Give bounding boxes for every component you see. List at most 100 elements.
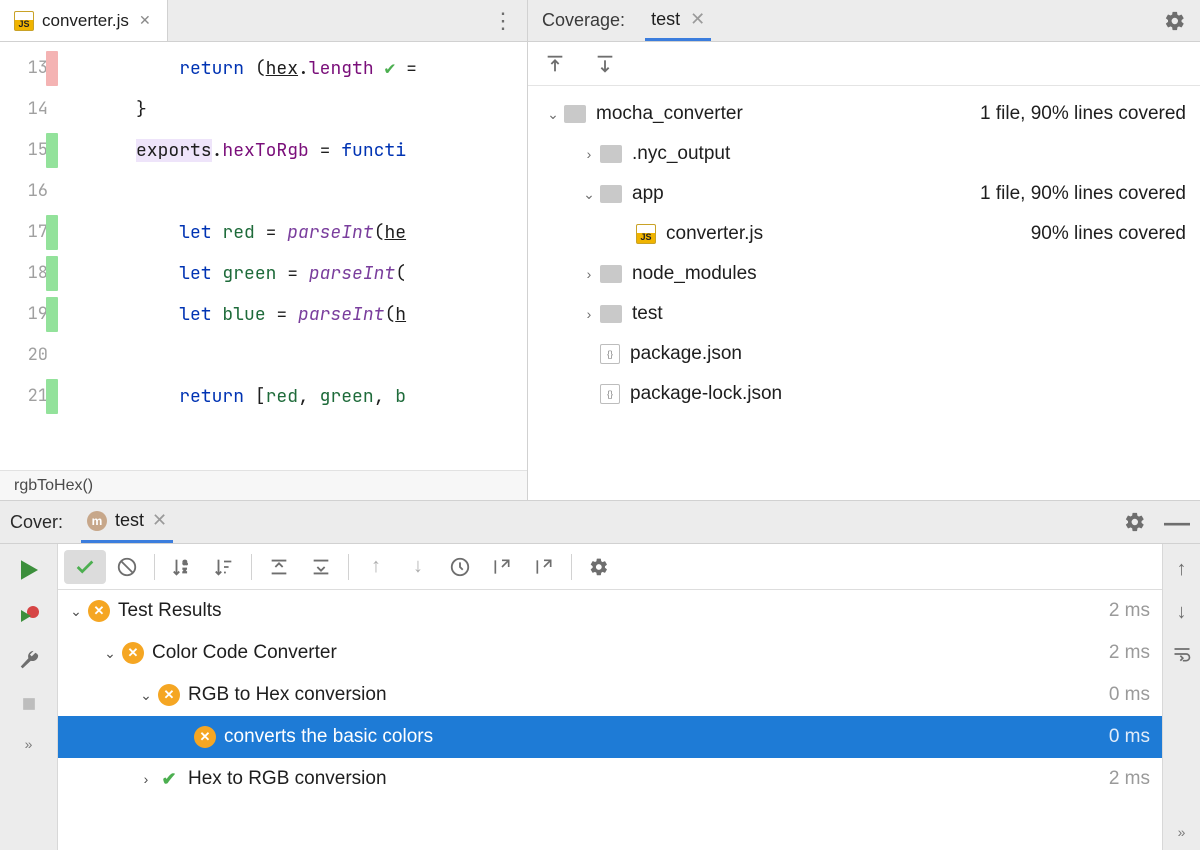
upload-icon[interactable] <box>544 53 566 75</box>
editor-pane: converter.js ✕ ⋮ 131415161718192021 retu… <box>0 0 528 500</box>
import-icon[interactable] <box>481 550 523 584</box>
kebab-menu-icon[interactable]: ⋮ <box>480 0 527 41</box>
close-icon[interactable]: ✕ <box>137 10 153 31</box>
folder-icon <box>600 265 622 283</box>
prev-icon[interactable]: ↑ <box>355 550 397 584</box>
run-panel: » az ↑ ↓ ⌄✕Test Results2 ms⌄ <box>0 544 1200 850</box>
coverage-row[interactable]: ›.nyc_output <box>542 134 1186 174</box>
coverage-item-name: mocha_converter <box>596 103 743 125</box>
rerun-icon[interactable] <box>17 558 41 582</box>
test-pass-icon: ✔ <box>158 768 180 790</box>
js-file-icon <box>636 224 656 244</box>
test-label: converts the basic colors <box>224 726 433 748</box>
coverage-item-name: test <box>632 303 663 325</box>
show-passed-icon[interactable] <box>64 550 106 584</box>
json-file-icon <box>600 344 620 364</box>
editor-tab-label: converter.js <box>42 11 129 31</box>
history-icon[interactable] <box>439 550 481 584</box>
coverage-item-name: .nyc_output <box>632 143 730 165</box>
test-label: Test Results <box>118 600 221 622</box>
coverage-item-name: app <box>632 183 664 205</box>
coverage-row[interactable]: converter.js 90% lines covered <box>542 214 1186 254</box>
test-row[interactable]: ⌄✕RGB to Hex conversion0 ms <box>58 674 1162 716</box>
sort-icon[interactable]: az <box>161 550 203 584</box>
coverage-item-stat: 1 file, 90% lines covered <box>950 103 1186 125</box>
more-icon[interactable]: » <box>25 736 33 752</box>
coverage-title: Coverage: <box>542 10 625 31</box>
coverage-row[interactable]: ›test <box>542 294 1186 334</box>
run-tab[interactable]: m test ✕ <box>81 501 173 543</box>
code-editor[interactable]: 131415161718192021 return (hex.length ✔ … <box>0 42 527 470</box>
wrench-icon[interactable] <box>18 650 40 672</box>
arrow-down-icon[interactable]: ↓ <box>1177 601 1187 624</box>
rerun-failed-icon[interactable] <box>17 604 41 628</box>
folder-icon <box>600 145 622 163</box>
coverage-tab[interactable]: test ✕ <box>645 0 711 41</box>
gear-icon[interactable] <box>1164 10 1186 32</box>
coverage-pane: Coverage: test ✕ ⌄mocha_converter1 fi <box>528 0 1200 500</box>
run-right-toolbar: ↑ ↓ » <box>1162 544 1200 850</box>
coverage-item-name: package.json <box>630 343 742 365</box>
coverage-row[interactable]: package.json <box>542 334 1186 374</box>
coverage-header: Coverage: test ✕ <box>528 0 1200 42</box>
arrow-up-icon[interactable]: ↑ <box>1177 558 1187 581</box>
test-fail-icon: ✕ <box>194 726 216 748</box>
coverage-row[interactable]: ⌄mocha_converter1 file, 90% lines covere… <box>542 94 1186 134</box>
test-tree[interactable]: ⌄✕Test Results2 ms⌄✕Color Code Converter… <box>58 590 1162 850</box>
gear-icon[interactable] <box>1124 511 1146 533</box>
json-file-icon <box>600 384 620 404</box>
coverage-item-name: package-lock.json <box>630 383 782 405</box>
gear-icon[interactable] <box>578 550 620 584</box>
close-icon[interactable]: ✕ <box>690 9 705 30</box>
soft-wrap-icon[interactable] <box>1172 644 1192 664</box>
coverage-tree[interactable]: ⌄mocha_converter1 file, 90% lines covere… <box>528 86 1200 500</box>
test-row[interactable]: ⌄✕Color Code Converter2 ms <box>58 632 1162 674</box>
run-left-toolbar: » <box>0 544 58 850</box>
run-tab-label: test <box>115 510 144 531</box>
editor-tab-converter[interactable]: converter.js ✕ <box>0 0 168 41</box>
stop-icon[interactable] <box>19 694 39 714</box>
breadcrumb-label: rgbToHex() <box>14 477 93 495</box>
breadcrumb[interactable]: rgbToHex() <box>0 470 527 500</box>
more-icon[interactable]: » <box>1178 824 1186 840</box>
coverage-row[interactable]: ⌄app1 file, 90% lines covered <box>542 174 1186 214</box>
run-panel-header: Cover: m test ✕ — <box>0 500 1200 544</box>
test-toolbar: az ↑ ↓ <box>58 544 1162 590</box>
folder-icon <box>600 305 622 323</box>
export-icon[interactable] <box>523 550 565 584</box>
test-time: 2 ms <box>1109 768 1150 790</box>
coverage-row[interactable]: package-lock.json <box>542 374 1186 414</box>
coverage-item-stat: 90% lines covered <box>1001 223 1186 245</box>
test-time: 0 ms <box>1109 684 1150 706</box>
test-time: 0 ms <box>1109 726 1150 748</box>
sort-duration-icon[interactable] <box>203 550 245 584</box>
test-row[interactable]: ✕ converts the basic colors 0 ms <box>58 716 1162 758</box>
coverage-toolbar <box>528 42 1200 86</box>
test-time: 2 ms <box>1109 600 1150 622</box>
test-row[interactable]: ⌄✕Test Results2 ms <box>58 590 1162 632</box>
coverage-item-stat: 1 file, 90% lines covered <box>950 183 1186 205</box>
svg-text:z: z <box>183 565 187 574</box>
minimize-icon[interactable]: — <box>1164 507 1190 538</box>
download-icon[interactable] <box>594 53 616 75</box>
test-fail-icon: ✕ <box>158 684 180 706</box>
test-label: RGB to Hex conversion <box>188 684 387 706</box>
coverage-item-name: converter.js <box>666 223 763 245</box>
editor-tabbar: converter.js ✕ ⋮ <box>0 0 527 42</box>
expand-all-icon[interactable] <box>258 550 300 584</box>
js-file-icon <box>14 11 34 31</box>
test-row[interactable]: ›✔Hex to RGB conversion2 ms <box>58 758 1162 800</box>
test-label: Color Code Converter <box>152 642 337 664</box>
collapse-all-icon[interactable] <box>300 550 342 584</box>
next-icon[interactable]: ↓ <box>397 550 439 584</box>
test-fail-icon: ✕ <box>88 600 110 622</box>
test-label: Hex to RGB conversion <box>188 768 387 790</box>
mocha-icon: m <box>87 511 107 531</box>
folder-icon <box>564 105 586 123</box>
close-icon[interactable]: ✕ <box>152 510 167 531</box>
show-ignored-icon[interactable] <box>106 550 148 584</box>
coverage-row[interactable]: ›node_modules <box>542 254 1186 294</box>
coverage-tab-label: test <box>651 9 680 30</box>
coverage-item-name: node_modules <box>632 263 757 285</box>
test-time: 2 ms <box>1109 642 1150 664</box>
